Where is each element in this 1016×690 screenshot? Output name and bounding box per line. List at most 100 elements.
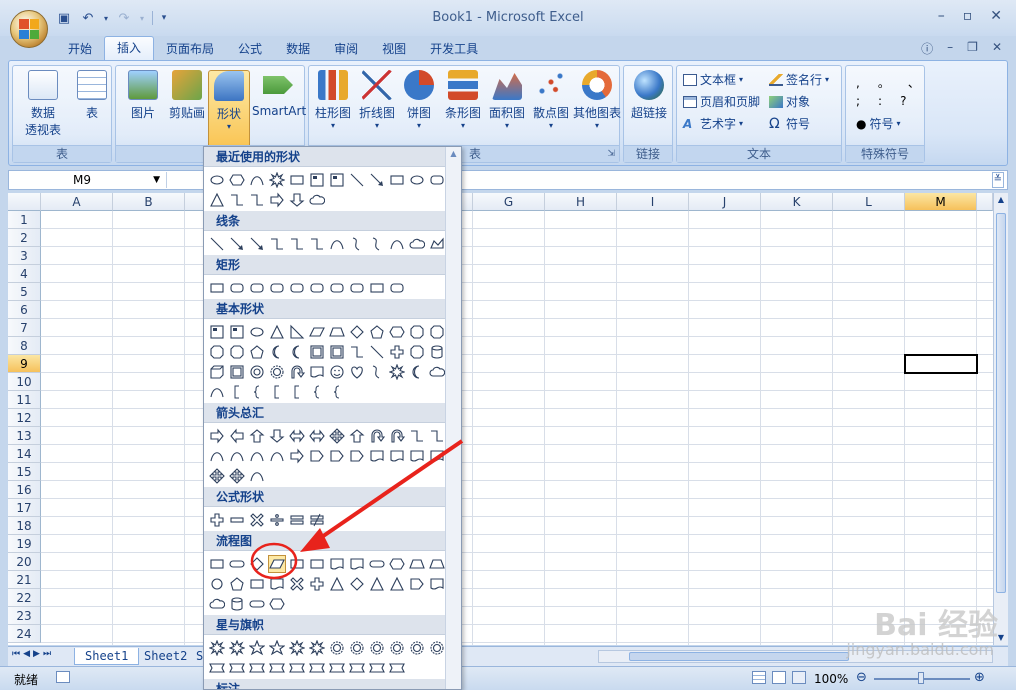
vertical-scrollbar[interactable]: ▲ ▼ [993, 193, 1008, 645]
oct-shape-icon[interactable] [228, 343, 246, 361]
trap-shape-icon[interactable] [408, 555, 426, 573]
page-break-view-icon[interactable] [792, 671, 806, 684]
pie-chart-button[interactable]: 饼图 ▾ [399, 70, 439, 142]
uturn-shape-icon[interactable] [388, 427, 406, 445]
tri-shape-icon[interactable] [208, 191, 226, 209]
heart-shape-icon[interactable] [348, 363, 366, 381]
col-header-l[interactable]: L [833, 193, 905, 211]
bracket-shape-icon[interactable] [268, 383, 286, 401]
line-shape-icon[interactable] [348, 171, 366, 189]
star5-shape-icon[interactable] [248, 639, 266, 657]
rrect-shape-icon[interactable] [228, 279, 246, 297]
tab-home[interactable]: 开始 [56, 38, 104, 61]
arrR-shape-icon[interactable] [268, 191, 286, 209]
row-header[interactable]: 19 [8, 535, 41, 553]
squig-shape-icon[interactable] [368, 235, 386, 253]
bracket-shape-icon[interactable] [288, 383, 306, 401]
row-header[interactable]: 9 [8, 355, 41, 373]
quad-shape-icon[interactable] [228, 467, 246, 485]
col-header-h[interactable]: H [545, 193, 617, 211]
textbox-shape-icon[interactable] [308, 171, 326, 189]
tab-data[interactable]: 数据 [274, 38, 322, 61]
frame-shape-icon[interactable] [308, 343, 326, 361]
oct-shape-icon[interactable] [408, 343, 426, 361]
rect-shape-icon[interactable] [288, 171, 306, 189]
arrowln-shape-icon[interactable] [248, 235, 266, 253]
oval-shape-icon[interactable] [408, 171, 426, 189]
uturn-shape-icon[interactable] [368, 427, 386, 445]
worksheet-grid[interactable]: A B C D E F G H I J K L M 12345678910111… [8, 193, 993, 645]
sheet-tab-1[interactable]: Sheet1 [74, 648, 140, 665]
rect-shape-icon[interactable] [288, 555, 306, 573]
squig-shape-icon[interactable] [368, 363, 386, 381]
row-header[interactable]: 14 [8, 445, 41, 463]
quad-shape-icon[interactable] [208, 467, 226, 485]
brace-shape-icon[interactable] [308, 383, 326, 401]
hex-shape-icon[interactable] [388, 323, 406, 341]
banner-shape-icon[interactable] [308, 659, 326, 677]
zoom-in-icon[interactable]: ⊕ [974, 670, 985, 685]
selected-cell[interactable] [904, 354, 978, 374]
star8-shape-icon[interactable] [228, 639, 246, 657]
horizontal-scroll-thumb[interactable] [629, 652, 849, 661]
seal-shape-icon[interactable] [368, 639, 386, 657]
sheet-tab-2[interactable]: Sheet2 [134, 648, 197, 665]
elbow-shape-icon[interactable] [248, 191, 266, 209]
curve-shape-icon[interactable] [228, 447, 246, 465]
line-chart-button[interactable]: 折线图 ▾ [355, 70, 399, 142]
tab-formulas[interactable]: 公式 [226, 38, 274, 61]
arrR-shape-icon[interactable] [208, 427, 226, 445]
rrect-shape-icon[interactable] [388, 279, 406, 297]
zoom-slider-thumb[interactable] [918, 672, 924, 684]
row-header[interactable]: 4 [8, 265, 41, 283]
pentarr-shape-icon[interactable] [348, 447, 366, 465]
circle-shape-icon[interactable] [208, 575, 226, 593]
rrect-shape-icon[interactable] [348, 279, 366, 297]
moon-shape-icon[interactable] [268, 343, 286, 361]
uturn-shape-icon[interactable] [288, 363, 306, 381]
row-header[interactable]: 8 [8, 337, 41, 355]
hyperlink-button[interactable]: 超链接 [626, 70, 672, 142]
elbow-shape-icon[interactable] [408, 427, 426, 445]
row-header[interactable]: 22 [8, 589, 41, 607]
line-shape-icon[interactable] [368, 343, 386, 361]
oct-shape-icon[interactable] [208, 343, 226, 361]
smile-shape-icon[interactable] [328, 363, 346, 381]
seal-shape-icon[interactable] [328, 639, 346, 657]
seal-shape-icon[interactable] [388, 639, 406, 657]
row-header[interactable]: 21 [8, 571, 41, 589]
doc-shape-icon[interactable] [308, 363, 326, 381]
tab-developer[interactable]: 开发工具 [418, 38, 490, 61]
special-char-question[interactable]: ? [900, 94, 906, 108]
picture-button[interactable]: 图片 [120, 70, 166, 142]
curve-shape-icon[interactable] [268, 447, 286, 465]
tab-view[interactable]: 视图 [370, 38, 418, 61]
rrect-shape-icon[interactable] [328, 279, 346, 297]
cloud-shape-icon[interactable] [408, 235, 426, 253]
tri-shape-icon[interactable] [388, 575, 406, 593]
rect-shape-icon[interactable] [208, 279, 226, 297]
special-symbol-button[interactable]: ● 符号 ▾ [856, 115, 901, 132]
seal-shape-icon[interactable] [428, 639, 446, 657]
cyl-shape-icon[interactable] [228, 595, 246, 613]
special-char-period[interactable]: 。 [878, 74, 890, 91]
banner-shape-icon[interactable] [348, 659, 366, 677]
scroll-up-icon[interactable]: ▲ [994, 193, 1008, 207]
banner-shape-icon[interactable] [368, 659, 386, 677]
area-chart-button[interactable]: 面积图 ▾ [485, 70, 529, 142]
header-footer-button[interactable]: 页眉和页脚 [683, 93, 760, 110]
zoom-out-icon[interactable]: ⊖ [856, 670, 867, 685]
moon-shape-icon[interactable] [288, 343, 306, 361]
row-header[interactable]: 18 [8, 517, 41, 535]
row-header[interactable]: 20 [8, 553, 41, 571]
textbox-button[interactable]: 文本框 ▾ [683, 71, 743, 88]
plus-shape-icon[interactable] [308, 575, 326, 593]
hex-shape-icon[interactable] [268, 595, 286, 613]
tri-shape-icon[interactable] [268, 323, 286, 341]
star8-shape-icon[interactable] [288, 639, 306, 657]
banner-shape-icon[interactable] [328, 659, 346, 677]
arrD-shape-icon[interactable] [288, 191, 306, 209]
star8-shape-icon[interactable] [308, 639, 326, 657]
hex-shape-icon[interactable] [228, 171, 246, 189]
curve-shape-icon[interactable] [388, 235, 406, 253]
